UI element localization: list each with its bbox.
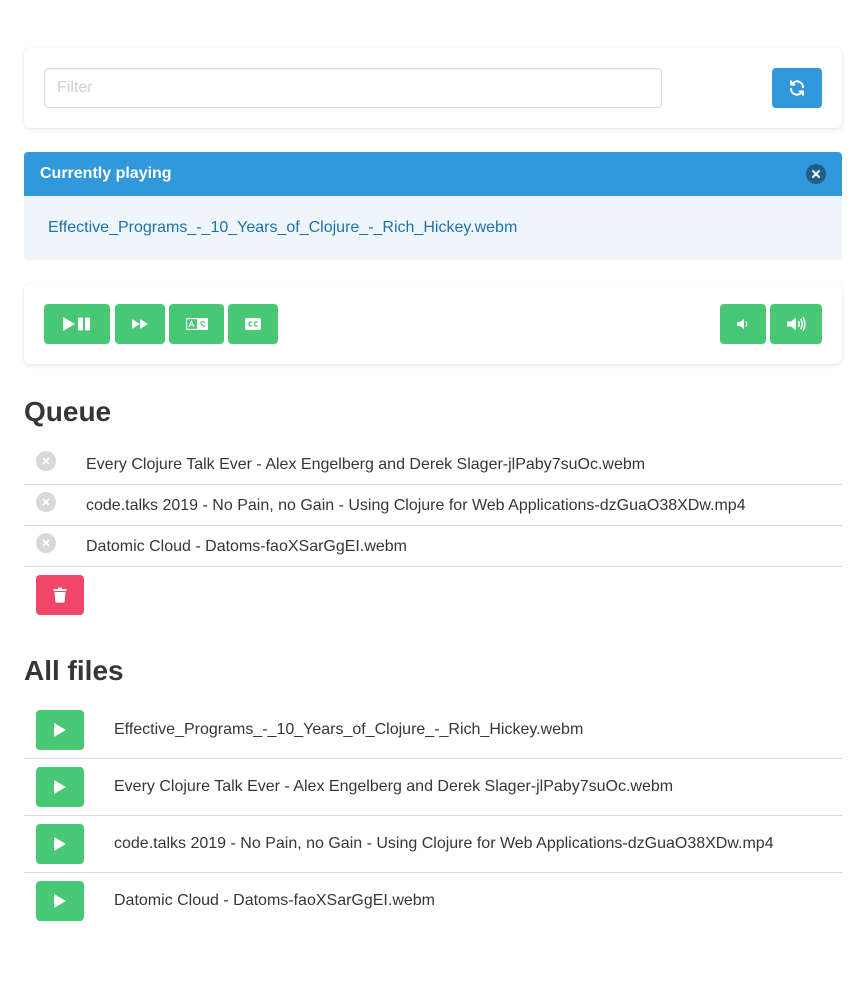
file-item-label: Effective_Programs_-_10_Years_of_Clojure… (114, 721, 584, 738)
play-file-button[interactable] (36, 824, 84, 864)
play-icon (54, 723, 66, 737)
play-file-button[interactable] (36, 710, 84, 750)
page: Currently playing Effective_Programs_-_1… (0, 0, 866, 993)
stop-playing-button[interactable] (806, 164, 826, 184)
currently-playing-header: Currently playing (24, 152, 842, 196)
refresh-button[interactable] (772, 68, 822, 108)
file-item: Datomic Cloud - Datoms-faoXSarGgEI.webm (24, 873, 842, 930)
currently-playing-title: Currently playing (40, 165, 172, 182)
queue-item: Every Clojure Talk Ever - Alex Engelberg… (24, 444, 842, 485)
language-icon (185, 318, 208, 330)
queue-item: Datomic Cloud - Datoms-faoXSarGgEI.webm (24, 526, 842, 567)
play-icon (54, 780, 66, 794)
language-button[interactable] (169, 304, 224, 344)
queue-item-label: Every Clojure Talk Ever - Alex Engelberg… (86, 456, 646, 473)
volume-down-button[interactable] (720, 304, 766, 344)
refresh-icon (789, 80, 805, 96)
remove-from-queue-button[interactable] (36, 492, 56, 512)
file-item: Every Clojure Talk Ever - Alex Engelberg… (24, 759, 842, 816)
volume-up-button[interactable] (770, 304, 822, 344)
fast-forward-button[interactable] (115, 304, 165, 344)
all-files-title: All files (24, 655, 124, 686)
file-item-label: Every Clojure Talk Ever - Alex Engelberg… (114, 778, 674, 795)
play-file-button[interactable] (36, 767, 84, 807)
play-icon (54, 837, 66, 851)
currently-playing-panel: Currently playing Effective_Programs_-_1… (24, 152, 842, 260)
play-pause-button[interactable] (44, 304, 110, 344)
play-icon (54, 894, 66, 908)
queue-item-label: Datomic Cloud - Datoms-faoXSarGgEI.webm (86, 538, 407, 555)
queue-item-label: code.talks 2019 - No Pain, no Gain - Usi… (86, 497, 746, 514)
currently-playing-file: Effective_Programs_-_10_Years_of_Clojure… (48, 219, 518, 236)
volume-up-icon (787, 316, 806, 332)
remove-from-queue-button[interactable] (36, 451, 56, 471)
trash-icon (53, 587, 67, 603)
file-item-label: code.talks 2019 - No Pain, no Gain - Usi… (114, 835, 774, 852)
volume-down-icon (737, 319, 748, 329)
queue-title: Queue (24, 396, 112, 427)
closed-captions-icon (245, 318, 261, 330)
play-file-button[interactable] (36, 881, 84, 921)
queue-item: code.talks 2019 - No Pain, no Gain - Usi… (24, 485, 842, 526)
remove-from-queue-button[interactable] (36, 533, 56, 553)
filter-input[interactable] (44, 68, 662, 108)
closed-captions-button[interactable] (228, 304, 278, 344)
close-icon (42, 457, 50, 465)
close-icon (42, 498, 50, 506)
file-item-label: Datomic Cloud - Datoms-faoXSarGgEI.webm (114, 892, 435, 909)
fast-forward-icon (132, 319, 148, 329)
file-item: Effective_Programs_-_10_Years_of_Clojure… (24, 702, 842, 759)
play-pause-icon (63, 317, 90, 331)
close-icon (812, 170, 820, 178)
filter-panel (24, 48, 842, 128)
clear-queue-button[interactable] (36, 575, 84, 615)
file-item: code.talks 2019 - No Pain, no Gain - Usi… (24, 816, 842, 873)
close-icon (42, 539, 50, 547)
player-controls (24, 284, 842, 364)
